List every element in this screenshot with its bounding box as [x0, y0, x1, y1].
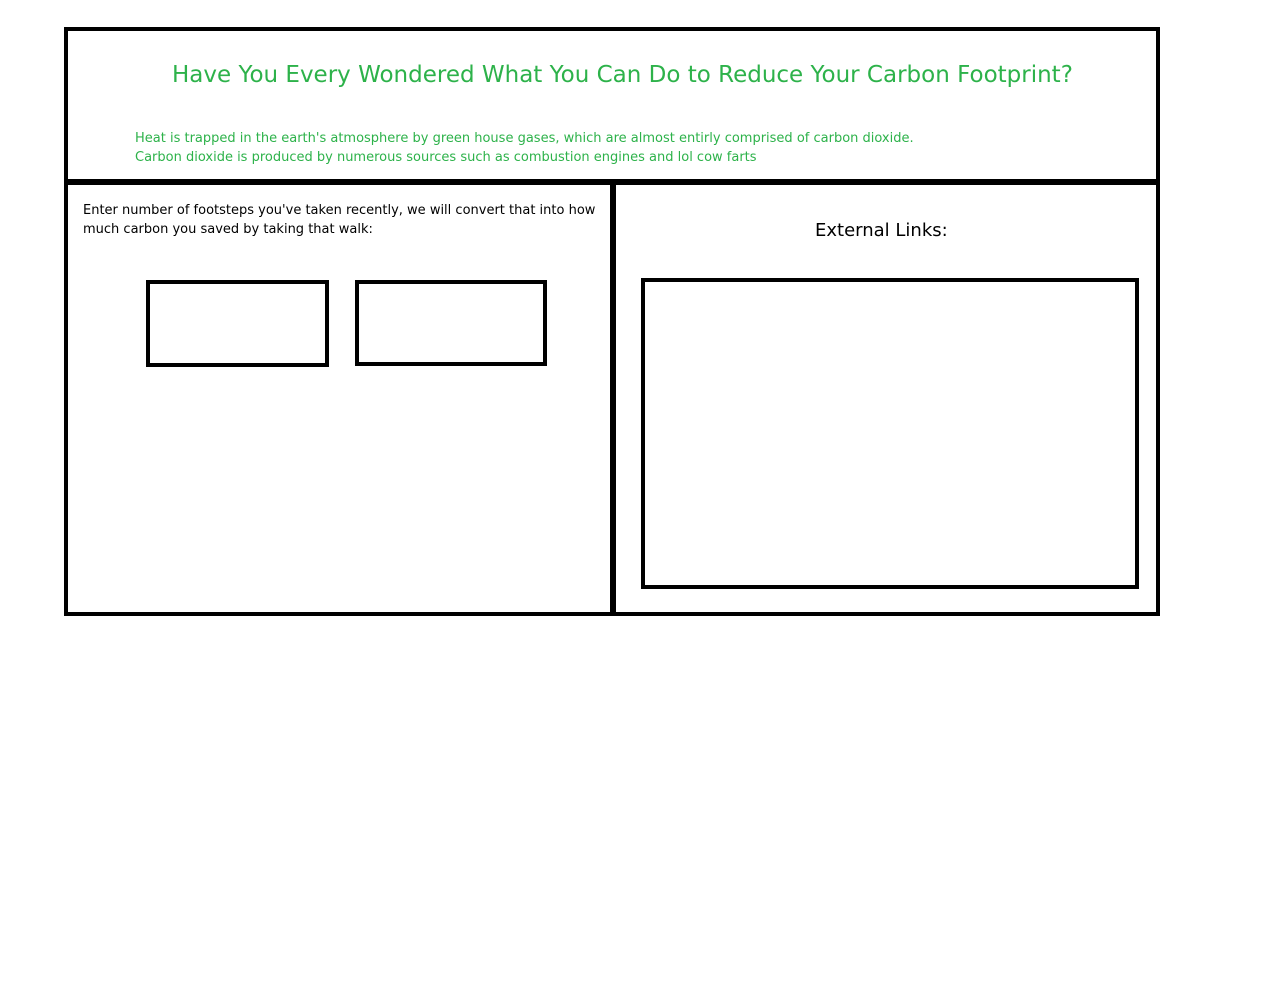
carbon-saved-output[interactable]	[355, 280, 547, 366]
page-title: Have You Every Wondered What You Can Do …	[172, 62, 1073, 88]
intro-line: Heat is trapped in the earth's atmospher…	[135, 131, 914, 146]
external-links-box	[641, 278, 1139, 589]
prompt-line: Enter number of footsteps you've taken r…	[83, 203, 596, 218]
external-links-heading: External Links:	[815, 220, 948, 241]
prompt-line: much carbon you saved by taking that wal…	[83, 222, 373, 237]
footsteps-input[interactable]	[146, 280, 329, 367]
calculator-panel	[64, 180, 616, 616]
calculator-prompt: Enter number of footsteps you've taken r…	[83, 201, 603, 239]
intro-line: Carbon dioxide is produced by numerous s…	[135, 150, 757, 165]
intro-text: Heat is trapped in the earth's atmospher…	[135, 129, 914, 167]
